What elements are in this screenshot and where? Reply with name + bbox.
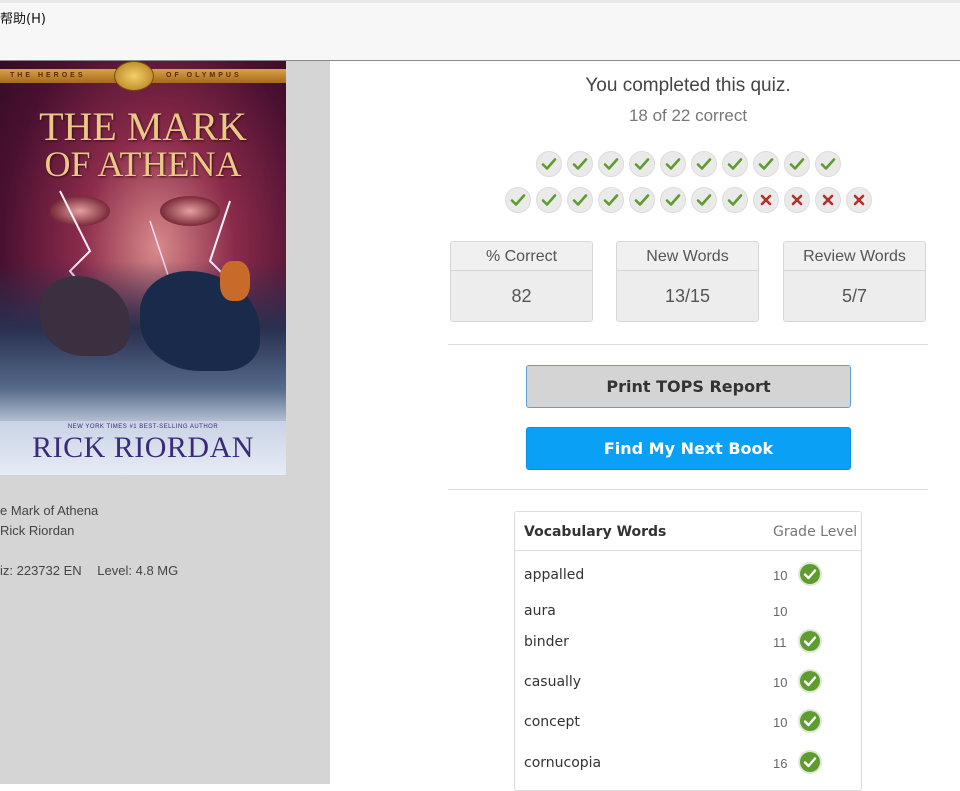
quiz-number: iz: 223732 EN — [0, 563, 82, 578]
x-icon — [752, 187, 779, 213]
check-icon — [597, 151, 624, 177]
check-icon — [504, 187, 531, 213]
divider — [448, 344, 928, 345]
cover-series-right: OF OLYMPUS — [166, 72, 242, 79]
stat-review-words: Review Words 5/7 — [783, 241, 926, 322]
book-level: Level: 4.8 MG — [97, 563, 179, 578]
book-cover-image: THE HEROES OF OLYMPUS THE MARK OF ATHENA… — [0, 61, 286, 475]
vocabulary-word: appalled — [524, 567, 585, 583]
vocabulary-table-header: Vocabulary Words Grade Level — [515, 512, 861, 551]
omega-emblem-icon — [114, 61, 154, 91]
result-title: You completed this quiz. — [585, 75, 791, 96]
vocabulary-word: binder — [524, 634, 569, 650]
stat-new-words: New Words 13/15 — [616, 241, 759, 322]
check-icon — [659, 151, 686, 177]
grade-level: 11 — [773, 635, 787, 650]
find-next-book-button[interactable]: Find My Next Book — [526, 427, 851, 470]
divider — [448, 489, 928, 490]
book-panel: THE HEROES OF OLYMPUS THE MARK OF ATHENA… — [0, 61, 330, 784]
check-icon — [535, 151, 562, 177]
answer-marks-row-1 — [448, 151, 928, 177]
vocabulary-word: concept — [524, 714, 580, 730]
check-icon — [814, 151, 841, 177]
book-title: e Mark of Athena — [0, 503, 99, 518]
cover-series-left: THE HEROES — [10, 72, 86, 79]
stat-label: New Words — [617, 242, 758, 271]
cover-author: RICK RIORDAN — [32, 431, 254, 464]
book-quiz-info: iz: 223732 EN Level: 4.8 MG — [0, 563, 178, 578]
vocabulary-table: Vocabulary Words Grade Level appalled 10 a… — [514, 511, 862, 791]
header-grade-level: Grade Level — [773, 524, 858, 540]
x-icon — [783, 187, 810, 213]
window-top-strip — [0, 0, 960, 3]
window-menu-bar: 帮助(H) — [0, 0, 960, 61]
stat-value: 82 — [451, 271, 592, 321]
check-circle-icon — [798, 562, 822, 586]
check-icon — [597, 187, 624, 213]
vocabulary-row: concept 10 — [515, 704, 861, 740]
check-circle-icon — [798, 629, 822, 653]
check-circle-icon — [798, 669, 822, 693]
check-icon — [628, 187, 655, 213]
grade-level: 10 — [773, 568, 788, 583]
check-circle-icon — [798, 709, 822, 733]
menu-help[interactable]: 帮助(H) — [0, 8, 46, 27]
check-icon — [659, 187, 686, 213]
vocabulary-row: cornucopia 16 — [515, 745, 861, 781]
check-icon — [690, 151, 717, 177]
book-author: Rick Riordan — [0, 523, 75, 538]
stat-percent-correct: % Correct 82 — [450, 241, 593, 322]
grade-level: 10 — [773, 715, 788, 730]
check-icon — [535, 187, 562, 213]
answer-marks-row-2 — [448, 187, 928, 213]
print-tops-report-button[interactable]: Print TOPS Report — [526, 365, 851, 408]
grade-level: 10 — [773, 604, 788, 619]
cover-rider — [220, 261, 250, 301]
vocabulary-word: cornucopia — [524, 755, 602, 771]
check-icon — [783, 151, 810, 177]
vocabulary-row: appalled 10 — [515, 557, 861, 593]
check-icon — [690, 187, 717, 213]
stat-value: 13/15 — [617, 271, 758, 321]
grade-level: 10 — [773, 675, 788, 690]
stat-value: 5/7 — [784, 271, 925, 321]
vocabulary-word: aura — [524, 603, 556, 619]
cover-title-line2: OF ATHENA — [44, 144, 242, 184]
result-score: 18 of 22 correct — [628, 106, 748, 125]
vocabulary-row: binder 11 — [515, 624, 861, 660]
check-icon — [566, 187, 593, 213]
grade-level: 16 — [773, 756, 788, 771]
check-icon — [752, 151, 779, 177]
cover-bestseller-line: NEW YORK TIMES #1 BEST-SELLING AUTHOR — [67, 424, 219, 430]
header-vocabulary-words: Vocabulary Words — [524, 524, 667, 540]
x-icon — [845, 187, 872, 213]
check-icon — [721, 151, 748, 177]
stat-label: Review Words — [784, 242, 925, 271]
check-circle-icon — [798, 750, 822, 774]
check-icon — [721, 187, 748, 213]
x-icon — [814, 187, 841, 213]
vocabulary-row: casually 10 — [515, 664, 861, 700]
stat-label: % Correct — [451, 242, 592, 271]
check-icon — [628, 151, 655, 177]
vocabulary-word: casually — [524, 674, 582, 690]
check-icon — [566, 151, 593, 177]
